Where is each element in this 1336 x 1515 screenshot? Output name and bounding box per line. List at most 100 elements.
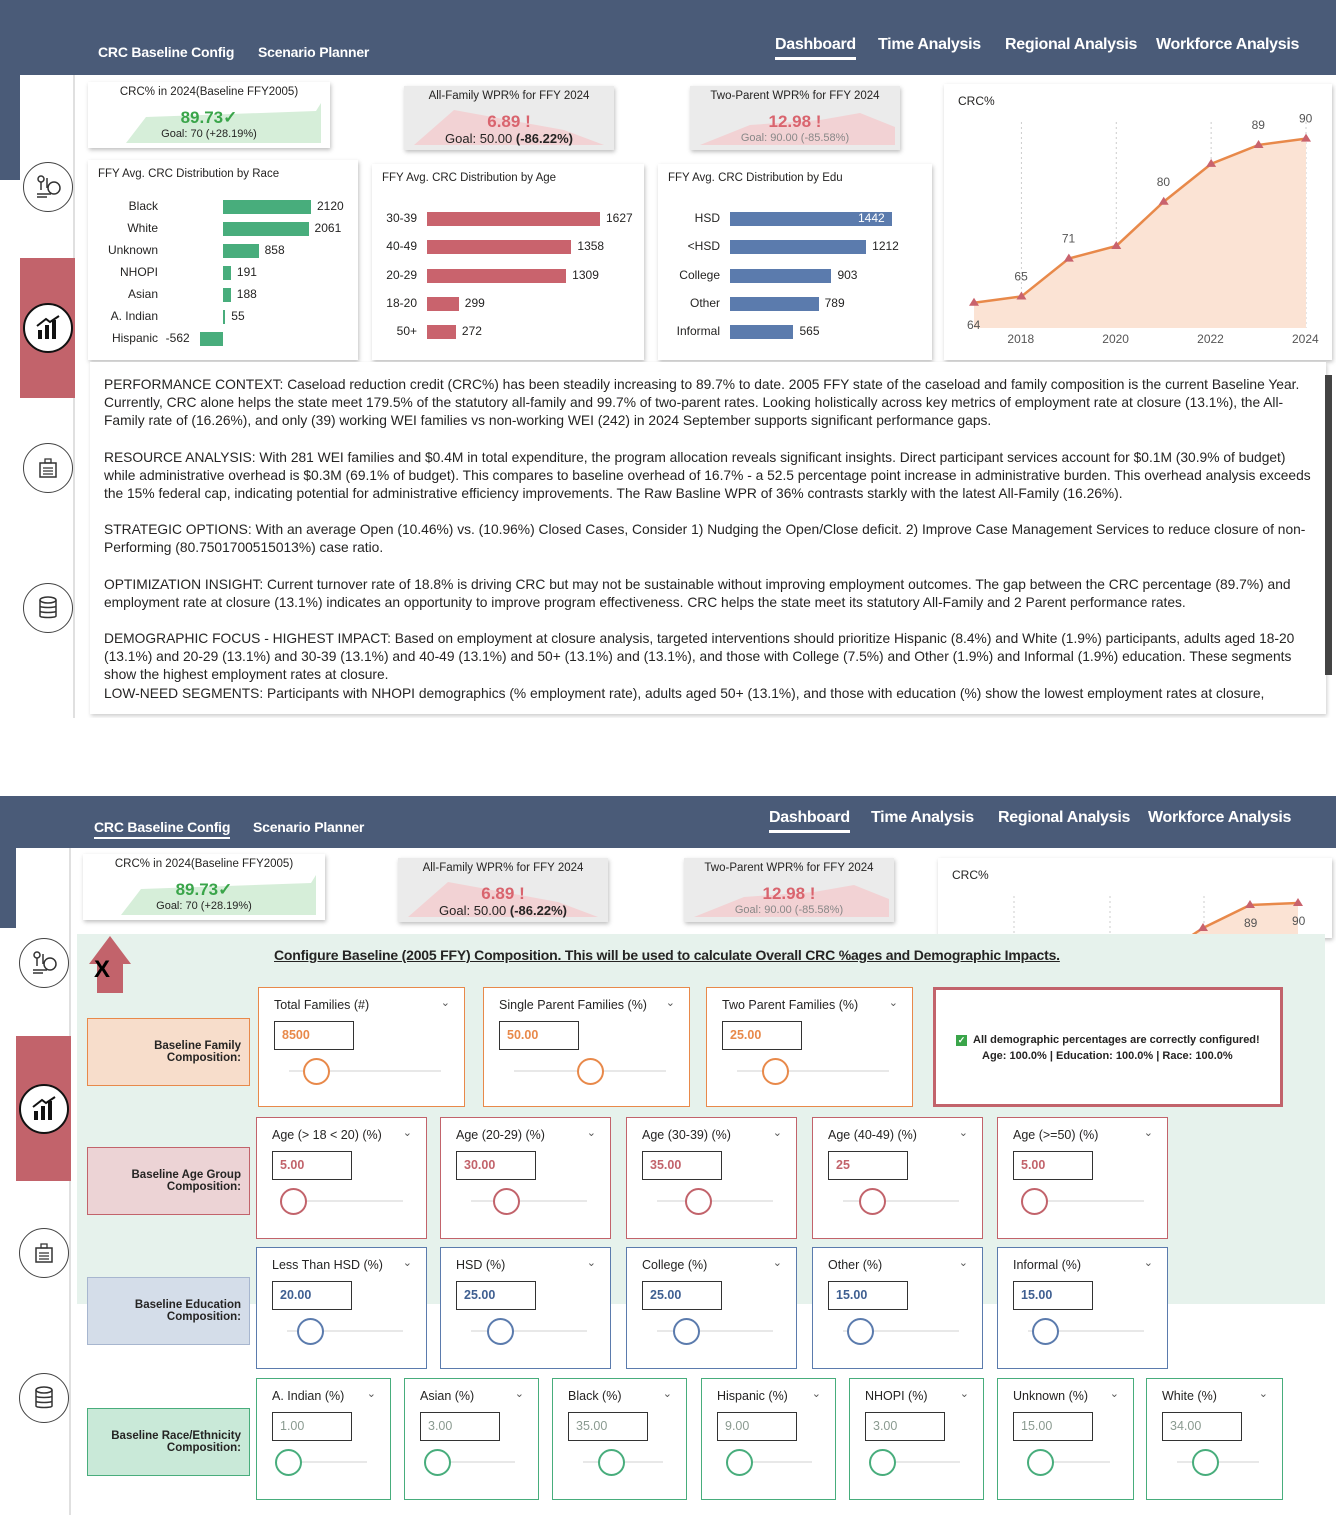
value-input[interactable]: 25.00 <box>642 1281 722 1310</box>
sidebar-database-icon[interactable] <box>19 1373 69 1423</box>
slider-track[interactable] <box>657 1200 773 1202</box>
bar[interactable] <box>427 296 459 311</box>
chevron-down-icon[interactable]: ⌄ <box>663 1387 672 1400</box>
value-input[interactable]: 35.00 <box>568 1412 648 1441</box>
slider-knob[interactable] <box>598 1449 625 1476</box>
value-input[interactable]: 3.00 <box>420 1412 500 1441</box>
tab-dashboard[interactable]: Dashboard <box>769 809 850 833</box>
value-input[interactable]: 5.00 <box>272 1151 352 1180</box>
bar[interactable] <box>223 200 311 214</box>
tab-workforce-analysis[interactable]: Workforce Analysis <box>1156 36 1299 54</box>
value-input[interactable]: 3.00 <box>865 1412 945 1441</box>
chevron-down-icon[interactable]: ⌄ <box>515 1387 524 1400</box>
value-input[interactable]: 25 <box>828 1151 908 1180</box>
sidebar-database-icon[interactable] <box>23 583 73 633</box>
sidebar-config-icon[interactable] <box>23 162 73 212</box>
slider-knob[interactable] <box>275 1449 302 1476</box>
chevron-down-icon[interactable]: ⌄ <box>587 1126 596 1139</box>
bar[interactable] <box>427 212 600 226</box>
chevron-down-icon[interactable]: ⌄ <box>1110 1387 1119 1400</box>
sidebar-report-icon[interactable] <box>19 1228 69 1278</box>
tab-time-analysis[interactable]: Time Analysis <box>878 36 981 54</box>
bar[interactable] <box>427 240 572 255</box>
bar[interactable] <box>427 268 567 283</box>
sidebar-dashboard-icon[interactable] <box>19 1084 69 1134</box>
slider-knob[interactable] <box>297 1318 325 1345</box>
value-input[interactable]: 35.00 <box>642 1151 722 1180</box>
slider-knob[interactable] <box>684 1188 712 1215</box>
slider-knob[interactable] <box>487 1318 514 1345</box>
slider-track[interactable] <box>471 1200 587 1202</box>
value-input[interactable]: 50.00 <box>499 1021 579 1050</box>
slider-knob[interactable] <box>577 1058 604 1085</box>
nav-scenario-planner[interactable]: Scenario Planner <box>258 44 369 60</box>
chevron-down-icon[interactable]: ⌄ <box>666 996 675 1009</box>
chevron-down-icon[interactable]: ⌄ <box>889 996 898 1009</box>
sidebar-dashboard-icon[interactable] <box>23 303 73 353</box>
value-input[interactable]: 30.00 <box>456 1151 536 1180</box>
chevron-down-icon[interactable]: ⌄ <box>1144 1256 1153 1269</box>
value-input[interactable]: 15.00 <box>828 1281 908 1310</box>
tab-regional-analysis[interactable]: Regional Analysis <box>998 809 1130 827</box>
slider-knob[interactable] <box>847 1318 875 1345</box>
value-input[interactable]: 8500 <box>274 1021 354 1050</box>
value-input[interactable]: 25.00 <box>722 1021 802 1050</box>
slider-knob[interactable] <box>279 1188 307 1215</box>
value-input[interactable]: 15.00 <box>1013 1281 1093 1310</box>
bar[interactable] <box>730 268 832 283</box>
chevron-down-icon[interactable]: ⌄ <box>773 1126 782 1139</box>
chevron-down-icon[interactable]: ⌄ <box>403 1256 412 1269</box>
slider-knob[interactable] <box>762 1058 789 1085</box>
bar[interactable] <box>730 325 794 340</box>
bar[interactable] <box>223 310 226 324</box>
value-input[interactable]: 9.00 <box>717 1412 797 1441</box>
value-input[interactable]: 5.00 <box>1013 1151 1093 1180</box>
tab-dashboard[interactable]: Dashboard <box>775 36 856 60</box>
chevron-down-icon[interactable]: ⌄ <box>587 1256 596 1269</box>
nav-scenario-planner[interactable]: Scenario Planner <box>253 819 364 835</box>
slider-knob[interactable] <box>1020 1188 1048 1215</box>
nav-crc-baseline-config[interactable]: CRC Baseline Config <box>94 819 230 839</box>
slider-track[interactable] <box>737 1070 889 1072</box>
slider-knob[interactable] <box>1191 1449 1219 1476</box>
value-input[interactable]: 20.00 <box>272 1281 352 1310</box>
slider-knob[interactable] <box>673 1318 700 1345</box>
value-input[interactable]: 34.00 <box>1162 1412 1242 1441</box>
bar[interactable] <box>223 222 309 236</box>
bar[interactable] <box>199 332 223 346</box>
sidebar-config-icon[interactable] <box>19 938 69 988</box>
nav-crc-baseline-config[interactable]: CRC Baseline Config <box>98 44 234 60</box>
bar[interactable] <box>223 244 259 258</box>
slider-knob[interactable] <box>303 1058 331 1085</box>
value-input[interactable]: 1.00 <box>272 1412 352 1441</box>
chevron-down-icon[interactable]: ⌄ <box>1259 1387 1268 1400</box>
close-overlay-button[interactable]: X <box>89 936 131 993</box>
chevron-down-icon[interactable]: ⌄ <box>812 1387 821 1400</box>
summary-scrollbar[interactable] <box>1325 375 1332 675</box>
chevron-down-icon[interactable]: ⌄ <box>959 1126 968 1139</box>
chevron-down-icon[interactable]: ⌄ <box>441 996 450 1009</box>
slider-knob[interactable] <box>424 1449 452 1476</box>
bar[interactable] <box>730 240 867 255</box>
chevron-down-icon[interactable]: ⌄ <box>1144 1126 1153 1139</box>
value-input[interactable]: 25.00 <box>456 1281 536 1310</box>
slider-knob[interactable] <box>859 1188 886 1215</box>
chevron-down-icon[interactable]: ⌄ <box>403 1126 412 1139</box>
chevron-down-icon[interactable]: ⌄ <box>773 1256 782 1269</box>
slider-knob[interactable] <box>1032 1318 1060 1345</box>
slider-knob[interactable] <box>726 1449 754 1476</box>
bar[interactable] <box>730 296 819 311</box>
chevron-down-icon[interactable]: ⌄ <box>367 1387 376 1400</box>
slider-knob[interactable] <box>1027 1449 1055 1476</box>
bar[interactable] <box>427 325 456 340</box>
tab-regional-analysis[interactable]: Regional Analysis <box>1005 36 1137 54</box>
value-input[interactable]: 15.00 <box>1013 1412 1093 1441</box>
slider-knob[interactable] <box>492 1188 520 1215</box>
bar[interactable] <box>223 266 231 280</box>
tab-workforce-analysis[interactable]: Workforce Analysis <box>1148 809 1291 827</box>
chevron-down-icon[interactable]: ⌄ <box>960 1387 969 1400</box>
slider-knob[interactable] <box>869 1449 897 1476</box>
chevron-down-icon[interactable]: ⌄ <box>959 1256 968 1269</box>
tab-time-analysis[interactable]: Time Analysis <box>871 809 974 827</box>
bar[interactable] <box>223 288 231 302</box>
